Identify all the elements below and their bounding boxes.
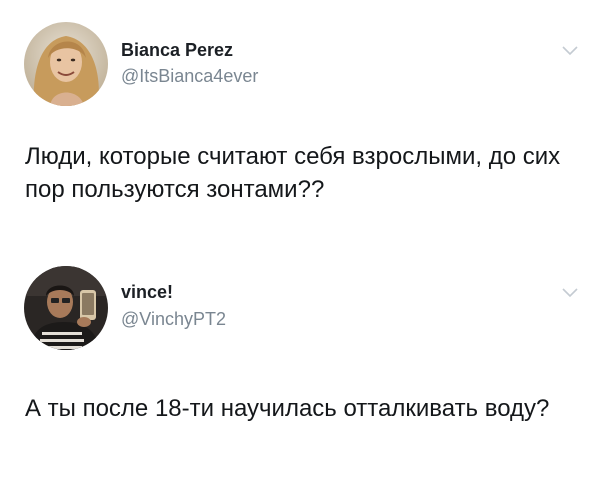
chevron-down-icon[interactable]	[562, 288, 578, 298]
avatar[interactable]	[24, 266, 108, 350]
user-name[interactable]: Bianca Perez	[121, 40, 233, 61]
tweet: Bianca Perez @ItsBianca4ever Люди, котор…	[0, 0, 604, 240]
user-handle[interactable]: @VinchyPT2	[121, 309, 226, 330]
tweet-text: А ты после 18-ти научилась отталкивать в…	[25, 395, 550, 422]
profile-photo-icon	[24, 266, 108, 350]
user-name[interactable]: vince!	[121, 282, 173, 303]
avatar[interactable]	[24, 22, 108, 106]
chevron-down-icon[interactable]	[562, 46, 578, 56]
profile-photo-icon	[24, 22, 108, 106]
tweet: vince! @VinchyPT2 А ты после 18-ти научи…	[0, 240, 604, 491]
tweet-text: Люди, которые считают себя взрослыми, до…	[25, 143, 561, 203]
user-handle[interactable]: @ItsBianca4ever	[121, 66, 258, 87]
